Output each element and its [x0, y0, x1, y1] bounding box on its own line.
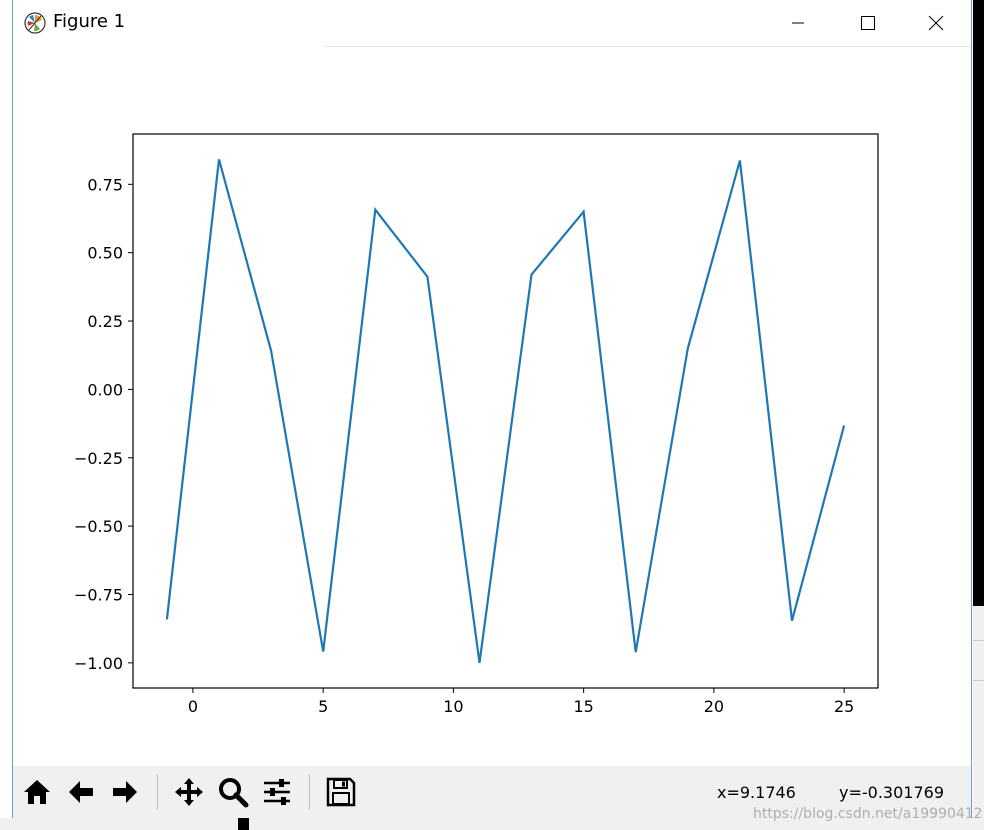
- close-icon: [928, 15, 944, 31]
- y-tick-label: −0.50: [74, 517, 123, 536]
- minimize-icon: [792, 22, 804, 24]
- close-button[interactable]: [901, 0, 971, 46]
- y-tick-label: −0.75: [74, 585, 123, 604]
- window-title: Figure 1: [53, 11, 126, 32]
- figure-canvas[interactable]: 0 5 10 15 20 25 0.75 0.50 0.25 0.00 −0.25 −0.50 −0.7…: [13, 47, 971, 766]
- toolbar-separator: [157, 774, 158, 810]
- back-button[interactable]: [61, 772, 101, 812]
- x-tick-label: 15: [573, 697, 593, 716]
- x-coordinate-readout: x=9.1746: [717, 783, 796, 802]
- series-line: [165, 159, 846, 663]
- background-bottom-mark: [238, 818, 249, 830]
- x-tick-label: 10: [443, 697, 463, 716]
- y-tick-label: 0.50: [87, 244, 123, 263]
- home-button[interactable]: [17, 772, 57, 812]
- background-divider: [973, 640, 984, 641]
- maximize-button[interactable]: [833, 0, 903, 46]
- arrow-left-icon: [69, 781, 93, 803]
- figure-window: Figure 1 0 5 10 15 20 25 0.75 0.50 0.25 0.00 −0.25…: [12, 0, 983, 822]
- navigation-toolbar: x=9.1746 y=-0.301769 https://blog.csdn.n…: [13, 766, 983, 822]
- y-tick-label: 0.00: [87, 380, 123, 399]
- configure-subplots-button[interactable]: [257, 772, 297, 812]
- forward-button[interactable]: [105, 772, 145, 812]
- y-tick-label: 0.25: [87, 312, 123, 331]
- x-tick-label: 20: [704, 697, 724, 716]
- y-tick-label: −1.00: [74, 654, 123, 673]
- home-icon: [24, 780, 50, 804]
- axes-frame: [132, 133, 879, 689]
- matplotlib-icon: [24, 12, 46, 34]
- y-tick-label: −0.25: [74, 449, 123, 468]
- y-tick-label: 0.75: [87, 175, 123, 194]
- zoom-icon: [219, 778, 249, 808]
- watermark-text: https://blog.csdn.net/a19990412: [753, 806, 983, 822]
- maximize-icon: [861, 16, 875, 30]
- move-icon: [175, 778, 203, 806]
- title-bar[interactable]: Figure 1: [13, 0, 971, 46]
- background-divider: [973, 680, 984, 681]
- x-tick-label: 0: [188, 697, 198, 716]
- save-button[interactable]: [321, 772, 361, 812]
- sliders-icon: [264, 779, 290, 805]
- save-icon: [326, 777, 356, 807]
- toolbar-separator: [309, 774, 310, 810]
- x-tick-label: 5: [318, 697, 328, 716]
- arrow-right-icon: [113, 781, 137, 803]
- minimize-button[interactable]: [763, 0, 833, 46]
- zoom-button[interactable]: [213, 772, 253, 812]
- y-coordinate-readout: y=-0.301769: [839, 783, 944, 802]
- line-chart: 0 5 10 15 20 25 0.75 0.50 0.25 0.00 −0.25 −0.50 −0.7…: [74, 133, 879, 716]
- pan-button[interactable]: [169, 772, 209, 812]
- x-tick-label: 25: [834, 697, 854, 716]
